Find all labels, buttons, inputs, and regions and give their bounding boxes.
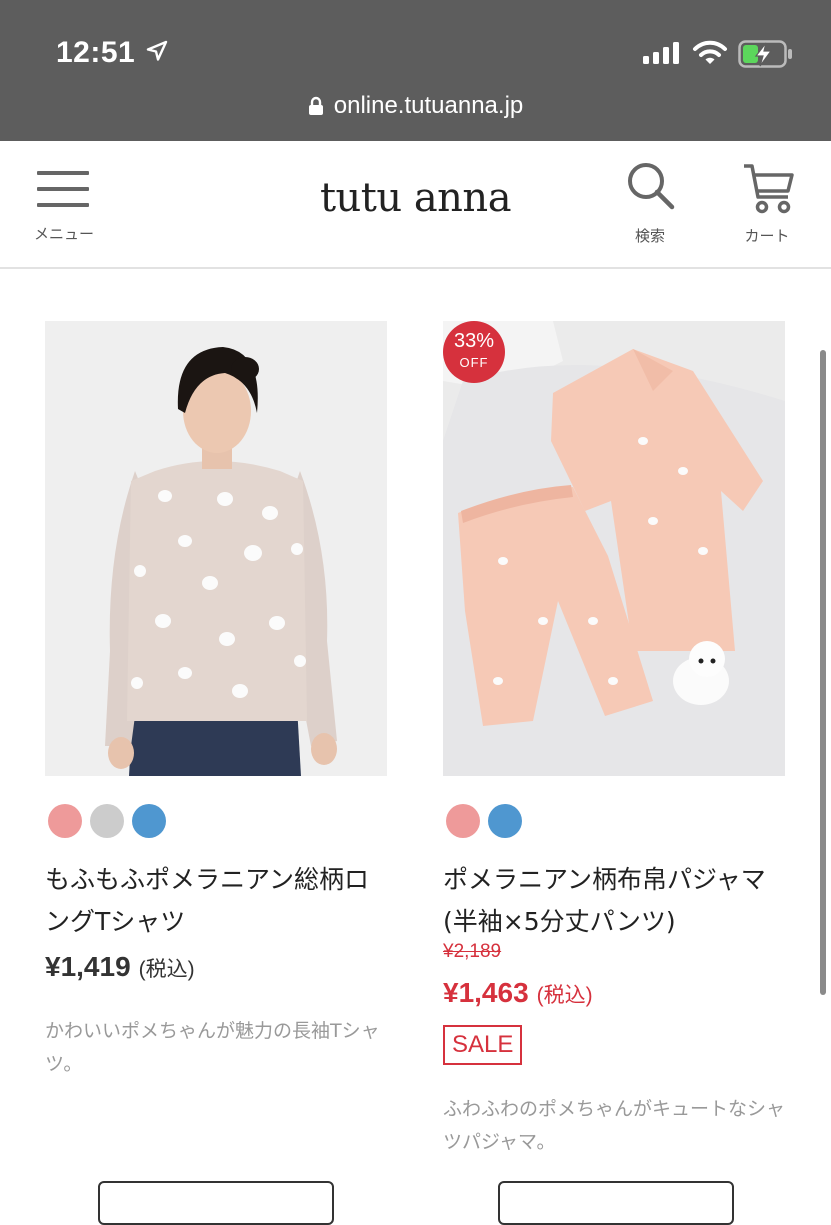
wifi-icon — [693, 40, 727, 64]
browser-chrome: 12:51 online.tutuanna.jp — [0, 0, 831, 141]
color-swatch[interactable] — [132, 804, 166, 838]
site-logo[interactable]: tutu anna — [230, 175, 601, 221]
sale-badge: SALE — [443, 1025, 523, 1065]
product-description: ふわふわのポメちゃんがキュートなシャツパジャマ。 — [443, 1098, 786, 1153]
status-time: 12:51 — [56, 36, 136, 69]
product-description: かわいいポメちゃんが魅力の長袖Tシャツ。 — [45, 1020, 380, 1075]
menu-label: メニュー — [33, 225, 94, 243]
location-arrow-icon — [146, 40, 168, 61]
discount-percent: 33% — [453, 330, 495, 352]
color-swatches — [48, 804, 174, 840]
tax-label: (税込) — [536, 984, 593, 1007]
price-value: ¥1,419 — [45, 951, 131, 982]
pajama-photo — [443, 321, 785, 776]
product-name[interactable]: ポメラニアン柄布帛パジャマ(半袖×5分丈パンツ) — [443, 859, 788, 943]
battery-charging-icon — [738, 40, 792, 68]
discount-off: OFF — [459, 355, 489, 370]
cart-button[interactable]: カート — [717, 161, 817, 251]
price-value: ¥1,463 — [443, 977, 529, 1008]
url-text: online.tutuanna.jp — [333, 92, 524, 119]
discount-badge: 33% OFF — [443, 321, 505, 383]
product-button[interactable] — [498, 1181, 734, 1225]
search-button[interactable]: 検索 — [600, 161, 700, 251]
scrollbar[interactable] — [820, 350, 826, 995]
model-tshirt-photo — [45, 321, 387, 776]
color-swatch[interactable] — [446, 804, 480, 838]
color-swatch[interactable] — [488, 804, 522, 838]
color-swatch[interactable] — [90, 804, 124, 838]
search-label: 検索 — [634, 227, 665, 245]
lock-icon — [308, 96, 323, 115]
color-swatches — [446, 804, 530, 840]
product-button[interactable] — [98, 1181, 334, 1225]
menu-icon — [37, 171, 89, 175]
cellular-signal-icon — [643, 42, 679, 64]
original-price: ¥2,189 — [443, 941, 502, 962]
cart-label: カート — [744, 227, 790, 245]
product-name[interactable]: もふもふポメラニアン総柄ロングTシャツ — [45, 859, 390, 943]
product-price: ¥1,419 (税込) — [45, 951, 195, 983]
url-bar[interactable]: online.tutuanna.jp — [0, 92, 831, 120]
site-header: メニュー tutu anna 検索 カート — [0, 141, 831, 269]
color-swatch[interactable] — [48, 804, 82, 838]
product-image[interactable] — [45, 321, 387, 776]
tax-label: (税込) — [138, 958, 195, 981]
product-image[interactable]: 33% OFF — [443, 321, 785, 776]
cart-icon — [744, 164, 794, 214]
product-price: ¥1,463 (税込) — [443, 977, 593, 1009]
menu-button[interactable]: メニュー — [28, 167, 100, 247]
search-icon — [628, 163, 675, 210]
